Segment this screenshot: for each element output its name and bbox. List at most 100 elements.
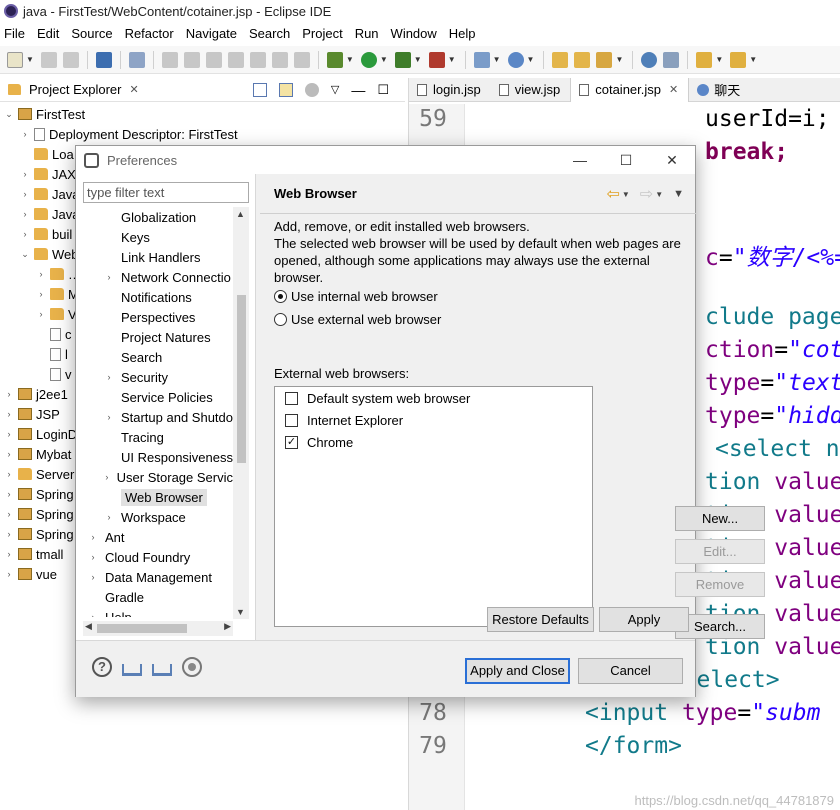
explorer-tree-item[interactable]: ⌄ FirstTest	[0, 104, 405, 124]
preferences-tree-item[interactable]: Project Natures	[83, 327, 233, 347]
apply-button[interactable]: Apply	[599, 607, 689, 632]
radio-internal-browser[interactable]: Use internal web browser	[274, 289, 438, 304]
preferences-tree-item[interactable]: Gradle	[83, 587, 233, 607]
external-tools-icon[interactable]	[428, 51, 445, 68]
dialog-maximize-button[interactable]: ☐	[603, 152, 649, 169]
new-class-dropdown-icon[interactable]: ▼	[527, 55, 535, 64]
external-tools-dropdown-icon[interactable]: ▼	[448, 55, 456, 64]
menu-run[interactable]: Run	[355, 26, 385, 41]
collapsed-chevron-icon[interactable]: ›	[20, 229, 30, 239]
disconnect-icon[interactable]	[227, 51, 244, 68]
preferences-tree-item[interactable]: › User Storage Servic	[83, 467, 233, 487]
new-dropdown-icon[interactable]: ▼	[26, 55, 34, 64]
browser-globe-icon[interactable]	[641, 51, 658, 68]
export-icon[interactable]	[152, 664, 172, 676]
next-annotation-dropdown-icon[interactable]: ▼	[715, 55, 723, 64]
new-java-project-icon[interactable]	[473, 51, 490, 68]
preferences-tree-item[interactable]: Notifications	[83, 287, 233, 307]
menu-help[interactable]: Help	[449, 26, 482, 41]
preferences-tree-item[interactable]: › Help	[83, 607, 233, 618]
preferences-tree-item[interactable]: Search	[83, 347, 233, 367]
menu-project[interactable]: Project	[302, 26, 348, 41]
link-with-editor-icon[interactable]	[278, 82, 293, 97]
checkbox-checked[interactable]: ✓	[285, 435, 298, 449]
browser-list-item[interactable]: ✓ Chrome	[275, 431, 592, 453]
editor-tab[interactable]: login.jsp	[409, 78, 491, 102]
new-button[interactable]: New...	[675, 506, 765, 531]
run-icon[interactable]	[360, 51, 377, 68]
collapsed-chevron-icon[interactable]: ›	[20, 169, 30, 179]
collapsed-chevron-icon[interactable]: ›	[4, 429, 14, 439]
collapsed-chevron-icon[interactable]: ›	[87, 532, 99, 542]
preferences-tree-item[interactable]: › Network Connectio	[83, 267, 233, 287]
next-annotation-icon[interactable]	[696, 51, 713, 68]
dialog-minimize-button[interactable]: —	[557, 152, 603, 169]
close-icon[interactable]: ✕	[669, 83, 678, 96]
page-menu-icon[interactable]: ▼	[673, 188, 684, 200]
collapsed-chevron-icon[interactable]: ›	[4, 389, 14, 399]
suspend-icon[interactable]	[183, 51, 200, 68]
console-icon[interactable]	[95, 51, 112, 68]
debug-dropdown-icon[interactable]: ▼	[346, 55, 354, 64]
collapsed-chevron-icon[interactable]: ›	[20, 129, 30, 139]
search-dropdown-icon[interactable]: ▼	[615, 55, 623, 64]
code-line[interactable]: </form>	[465, 733, 682, 766]
collapsed-chevron-icon[interactable]: ›	[87, 572, 99, 582]
coverage-icon[interactable]	[394, 51, 411, 68]
edit-button[interactable]: Edit...	[675, 539, 765, 564]
forward-dropdown-icon[interactable]: ▼	[655, 190, 663, 199]
expanded-chevron-icon[interactable]: ⌄	[20, 249, 30, 260]
scroll-down-icon[interactable]: ▼	[236, 607, 245, 617]
preferences-tree-item[interactable]: › Security	[83, 367, 233, 387]
expanded-chevron-icon[interactable]: ⌄	[4, 109, 14, 120]
code-line[interactable]: userId=i;	[465, 106, 830, 139]
tree-horizontal-scrollbar[interactable]: ◀ ▶	[83, 621, 233, 636]
open-type-icon[interactable]	[552, 51, 569, 68]
forward-arrow-icon[interactable]: ⇨	[640, 184, 653, 204]
collapsed-chevron-icon[interactable]: ›	[4, 569, 14, 579]
browser-list-item[interactable]: Default system web browser	[275, 387, 592, 409]
prev-annotation-dropdown-icon[interactable]: ▼	[749, 55, 757, 64]
checkbox[interactable]	[285, 391, 298, 405]
skip-breakpoints-icon[interactable]	[128, 51, 145, 68]
filters-icon[interactable]	[304, 82, 319, 97]
step-over-icon[interactable]	[271, 51, 288, 68]
preferences-tree-item[interactable]: Service Policies	[83, 387, 233, 407]
apply-and-close-button[interactable]: Apply and Close	[465, 658, 570, 684]
scroll-right-icon[interactable]: ▶	[224, 621, 231, 632]
import-icon[interactable]	[122, 664, 142, 676]
scroll-up-icon[interactable]: ▲	[236, 209, 245, 219]
step-into-icon[interactable]	[249, 51, 266, 68]
back-arrow-icon[interactable]: ⇦	[606, 184, 619, 204]
view-menu-icon[interactable]: ▽	[331, 83, 339, 96]
preferences-tree-item[interactable]: Keys	[83, 227, 233, 247]
preferences-tree-item[interactable]: Perspectives	[83, 307, 233, 327]
restore-defaults-button[interactable]: Restore Defaults	[487, 607, 594, 632]
preferences-tree-item[interactable]: Web Browser	[83, 487, 233, 507]
radio-button[interactable]	[274, 313, 287, 326]
collapsed-chevron-icon[interactable]: ›	[4, 409, 14, 419]
save-icon[interactable]	[40, 51, 57, 68]
preferences-tree-item[interactable]: › Startup and Shutdo	[83, 407, 233, 427]
scrollbar-thumb[interactable]	[237, 295, 246, 463]
radio-button-selected[interactable]	[274, 290, 287, 303]
collapsed-chevron-icon[interactable]: ›	[4, 529, 14, 539]
run-dropdown-icon[interactable]: ▼	[380, 55, 388, 64]
scroll-left-icon[interactable]: ◀	[85, 621, 92, 632]
resume-icon[interactable]	[161, 51, 178, 68]
close-icon[interactable]: ✕	[129, 83, 138, 96]
search-tool-icon[interactable]	[596, 51, 613, 68]
collapsed-chevron-icon[interactable]: ›	[103, 372, 115, 382]
menu-edit[interactable]: Edit	[37, 26, 65, 41]
preferences-tree-item[interactable]: UI Responsiveness	[83, 447, 233, 467]
preferences-tree-item[interactable]: › Ant	[83, 527, 233, 547]
browser-list-item[interactable]: Internet Explorer	[275, 409, 592, 431]
collapsed-chevron-icon[interactable]: ›	[87, 612, 99, 617]
help-icon[interactable]: ?	[92, 657, 112, 677]
collapsed-chevron-icon[interactable]: ›	[103, 272, 115, 282]
annotation-icon[interactable]	[663, 51, 680, 68]
preferences-tree-item[interactable]: › Data Management	[83, 567, 233, 587]
maximize-icon[interactable]: ☐	[377, 82, 389, 98]
code-line[interactable]: <input type="subm	[465, 700, 820, 733]
preferences-tree-item[interactable]: Tracing	[83, 427, 233, 447]
